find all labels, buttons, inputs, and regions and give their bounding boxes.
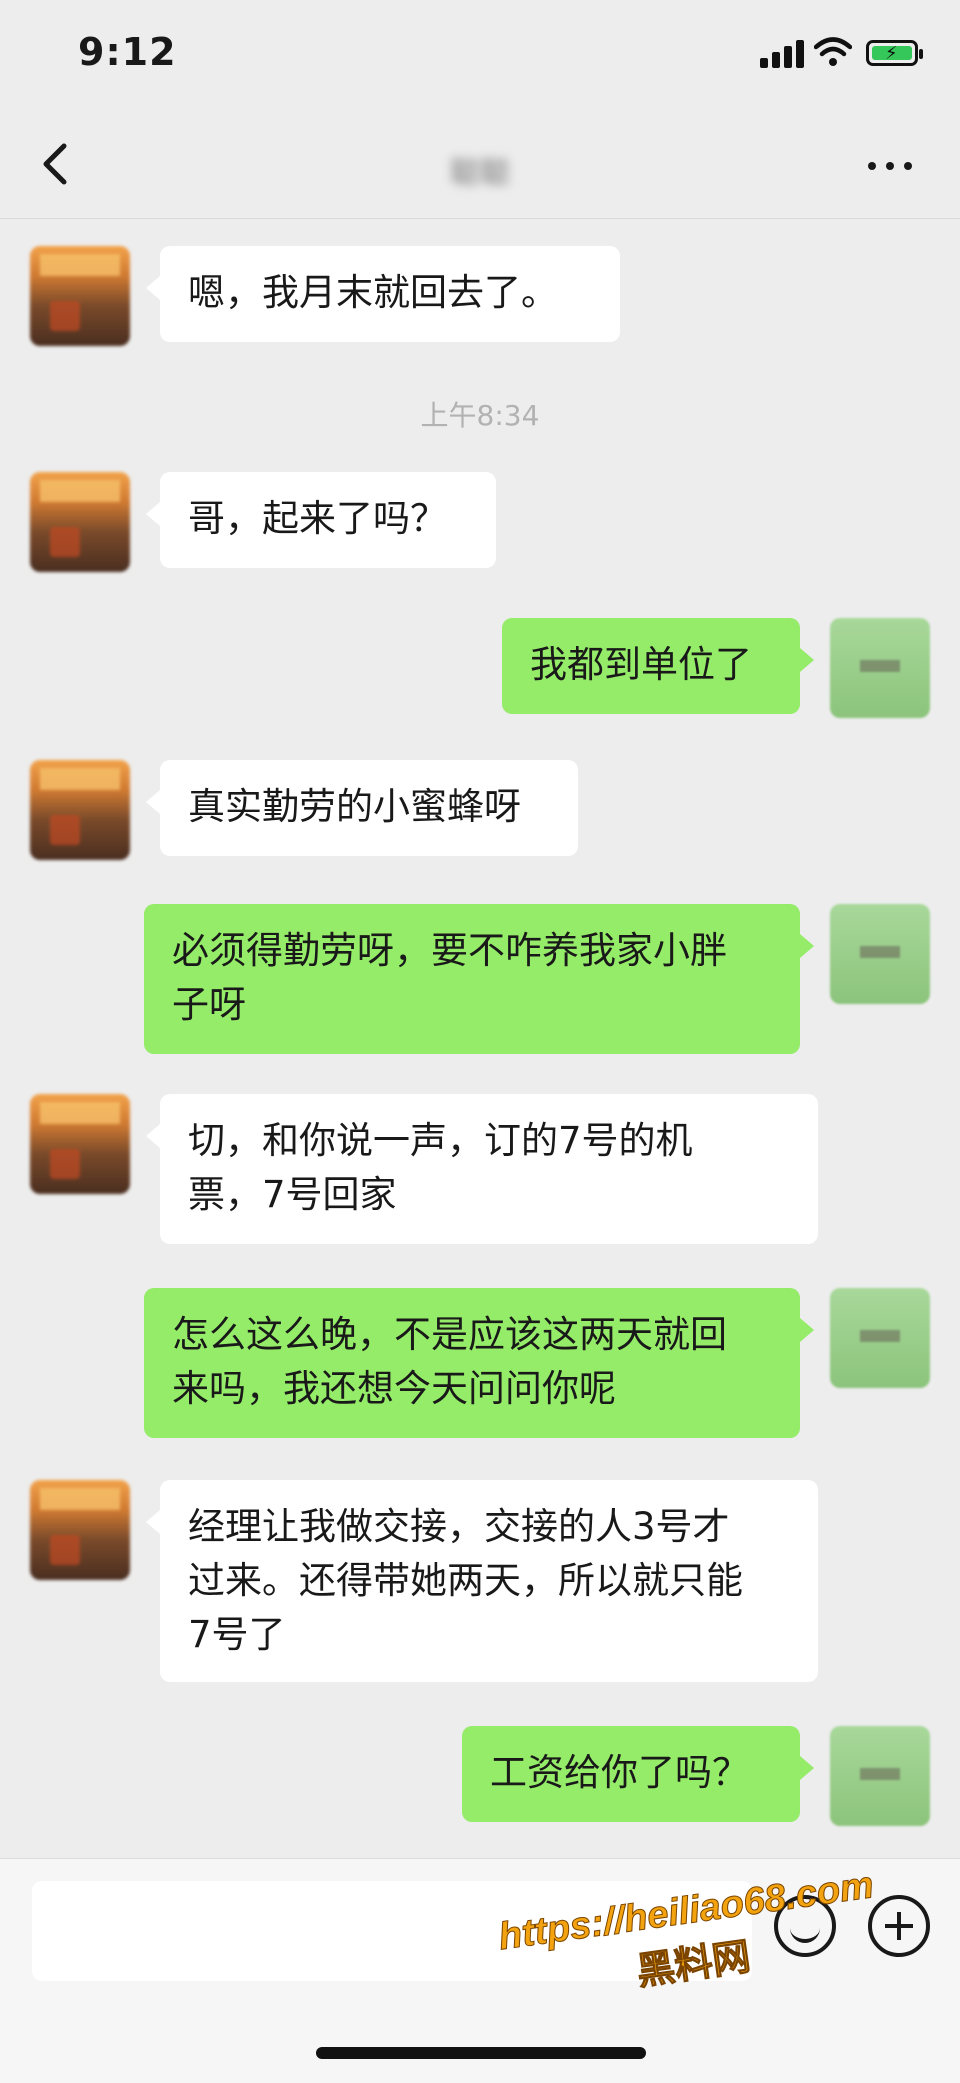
contact-avatar[interactable] xyxy=(30,1480,130,1580)
message-timestamp: 上午8:34 xyxy=(420,399,540,432)
back-icon[interactable] xyxy=(36,140,76,188)
wifi-icon xyxy=(814,37,852,66)
more-icon[interactable] xyxy=(862,148,918,182)
message-bubble-outgoing[interactable]: 必须得勤劳呀，要不咋养我家小胖 子呀 xyxy=(144,904,814,1054)
message-bubble-incoming[interactable]: 真实勤劳的小蜜蜂呀 xyxy=(146,760,578,856)
message-list: 嗯，我月末就回去了。 上午8:34 哥，起来了吗？ 我都到单位了 真实勤劳的小蜜… xyxy=(0,218,960,1858)
message-bubble-outgoing[interactable]: 怎么这么晚，不是应该这两天就回 来吗，我还想今天问问你呢 xyxy=(144,1288,814,1438)
my-avatar[interactable] xyxy=(830,1288,930,1388)
message-bubble-incoming[interactable]: 经理让我做交接，交接的人3号才 过来。还得带她两天，所以就只能 7号了 xyxy=(146,1480,818,1682)
signal-icon xyxy=(760,40,804,68)
contact-avatar[interactable] xyxy=(30,1094,130,1194)
message-bubble-incoming[interactable]: 切，和你说一声，订的7号的机 票，7号回家 xyxy=(146,1094,818,1244)
home-indicator xyxy=(316,2047,646,2059)
chat-header: 聪聪 xyxy=(0,110,960,219)
my-avatar[interactable] xyxy=(830,904,930,1004)
my-avatar[interactable] xyxy=(830,1726,930,1826)
battery-icon: ⚡ xyxy=(866,40,923,66)
message-bubble-incoming[interactable]: 嗯，我月末就回去了。 xyxy=(146,246,620,342)
contact-avatar[interactable] xyxy=(30,246,130,346)
chat-title: 聪聪 xyxy=(450,156,510,191)
message-bubble-outgoing[interactable]: 工资给你了吗？ xyxy=(462,1726,814,1822)
message-bubble-incoming[interactable]: 哥，起来了吗？ xyxy=(146,472,496,568)
my-avatar[interactable] xyxy=(830,618,930,718)
status-bar: 9:12 ⚡ xyxy=(0,0,960,110)
contact-avatar[interactable] xyxy=(30,760,130,860)
message-bubble-outgoing[interactable]: 我都到单位了 xyxy=(502,618,814,714)
status-time: 9:12 xyxy=(78,30,177,74)
contact-avatar[interactable] xyxy=(30,472,130,572)
